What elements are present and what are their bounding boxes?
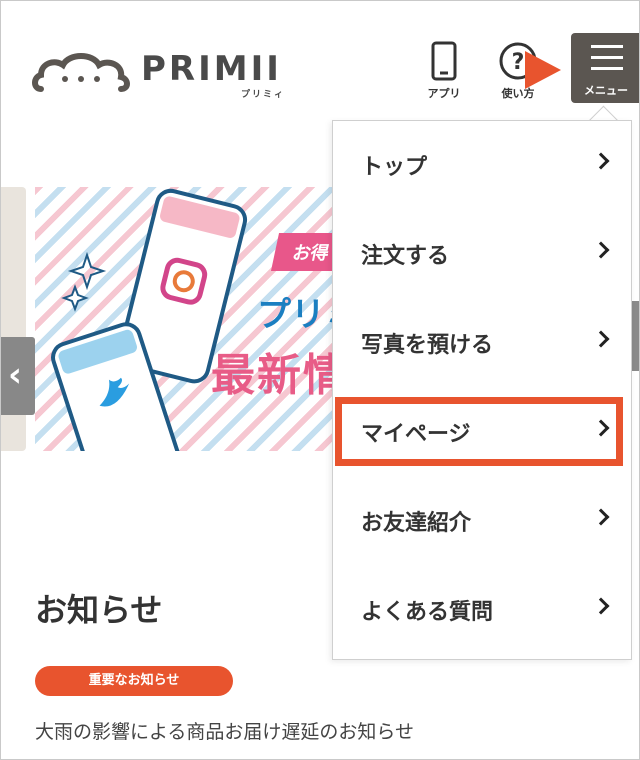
phones-illustration [51,188,248,451]
cloud-logo-icon [32,53,130,92]
chevron-right-icon [592,330,610,348]
app-button[interactable]: アプリ [419,39,469,100]
carousel-next-button[interactable] [631,301,639,371]
banner-subheadline: 最新情 [211,350,349,401]
logo-text: PRIMII [141,49,282,89]
hamburger-icon [591,45,623,48]
menu-item-label: 注文する [361,244,450,269]
chevron-left-icon: ‹ [8,355,23,395]
smartphone-icon [431,41,457,81]
pointer-arrow-icon [525,51,561,89]
dropdown-menu: トップ 注文する 写真を預ける マイページ お友達紹介 よくある質問 [332,120,632,660]
carousel-prev-button[interactable]: ‹ [1,337,35,415]
page-frame: PRIMII プリミィ アプリ ? 使い方 メニュー お得 プリミ 最新情 ‹ … [0,0,640,760]
chevron-right-icon [592,508,610,526]
menu-item-label: トップ [361,155,428,180]
menu-button[interactable]: メニュー [571,33,639,103]
menu-item-label: お友達紹介 [361,511,472,536]
menu-item-label: 写真を預ける [361,333,494,358]
news-title: お知らせ [35,591,163,629]
menu-item-label: よくある質問 [361,600,494,625]
important-notice-badge: 重要なお知らせ [35,666,233,696]
mypage-highlight-frame [335,397,623,466]
logo[interactable]: PRIMII プリミィ [31,41,291,101]
menu-item-deposit-photos[interactable]: 写真を預ける [333,299,631,388]
logo-subtext: プリミィ [241,90,286,100]
news-item-link[interactable]: 大雨の影響による商品お届け遅延のお知らせ [35,717,414,744]
chevron-right-icon [592,597,610,615]
menu-item-faq[interactable]: よくある質問 [333,566,631,655]
app-button-label: アプリ [427,87,461,100]
menu-item-friend-referral[interactable]: お友達紹介 [333,477,631,566]
menu-item-order[interactable]: 注文する [333,210,631,299]
menu-item-top[interactable]: トップ [333,121,631,210]
chevron-right-icon [592,241,610,259]
svg-text:?: ? [512,50,525,75]
chevron-right-icon [592,152,610,170]
menu-button-label: メニュー [584,84,628,97]
